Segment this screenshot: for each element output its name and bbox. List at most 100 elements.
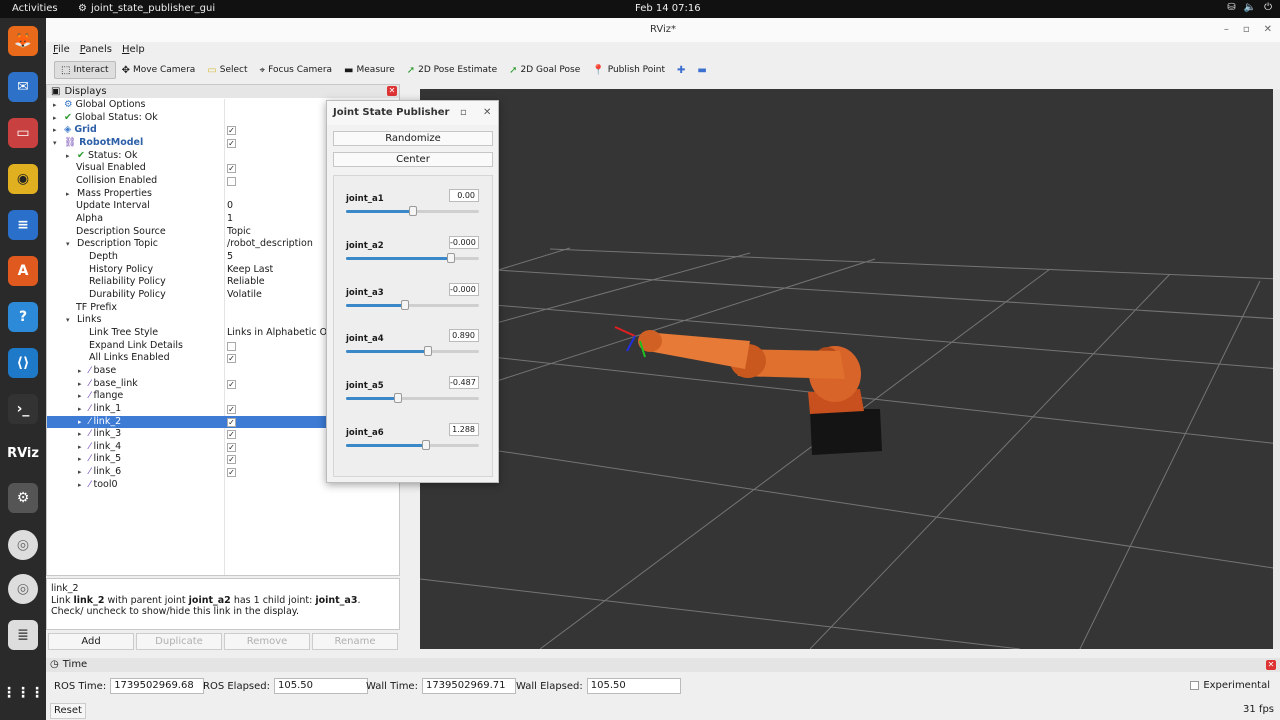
add-button[interactable]: Add (48, 633, 134, 650)
joint-slider[interactable] (346, 393, 479, 404)
link-checkbox[interactable]: ✓ (227, 455, 236, 465)
expand-arrow-icon[interactable]: ▸ (53, 124, 61, 137)
rename-button[interactable]: Rename (312, 633, 398, 650)
slider-handle[interactable] (424, 346, 433, 357)
close-icon[interactable]: ✕ (483, 101, 491, 125)
close-icon[interactable]: ✕ (1264, 18, 1272, 42)
slider-handle[interactable] (400, 299, 409, 310)
collapse-arrow-icon[interactable]: ▾ (53, 137, 61, 150)
row-value[interactable]: Links in Alphabetic Or (227, 327, 327, 340)
tool-select[interactable]: ▭ Select (201, 61, 253, 79)
expand-arrow-icon[interactable]: ▸ (66, 150, 74, 163)
joint-slider[interactable] (346, 440, 479, 450)
expand-arrow-icon[interactable]: ▸ (53, 99, 61, 112)
expand-arrow-icon[interactable]: ▸ (78, 428, 86, 441)
link-checkbox[interactable]: ✓ (227, 442, 236, 452)
expand-arrow-icon[interactable]: ▸ (78, 365, 86, 378)
slider-handle[interactable] (393, 393, 402, 404)
menu-panels[interactable]: Panels (80, 42, 112, 58)
robotmodel-checkbox[interactable]: ✓ (227, 138, 236, 148)
link-checkbox[interactable]: ✓ (227, 430, 236, 440)
activities-button[interactable]: Activities (12, 3, 58, 14)
tool-2d-pose-estimate[interactable]: ➚ 2D Pose Estimate (401, 61, 503, 79)
slider-handle[interactable] (421, 440, 430, 450)
maximize-icon[interactable]: ▫ (1243, 18, 1250, 42)
menu-help[interactable]: Help (122, 42, 145, 58)
row-value[interactable]: Keep Last (227, 264, 327, 277)
collision-enabled-checkbox[interactable] (227, 176, 236, 186)
joint-slider[interactable] (346, 206, 479, 216)
software-icon[interactable]: A (8, 256, 38, 286)
3d-viewport[interactable] (420, 89, 1279, 649)
expand-arrow-icon[interactable]: ▸ (78, 403, 86, 416)
tool-focus-camera[interactable]: ⌖ Focus Camera (254, 61, 339, 79)
joint-value-input[interactable]: -0.000 (449, 282, 479, 296)
slider-handle[interactable] (408, 206, 417, 216)
tree-row-link-selected[interactable]: ▸ ⁄ link_2 ✓ (47, 415, 328, 429)
show-apps-icon[interactable]: ⋮⋮⋮ (2, 678, 44, 708)
duplicate-button[interactable]: Duplicate (136, 633, 222, 650)
firefox-icon[interactable]: 🦊 (8, 26, 38, 56)
tool-interact[interactable]: ⬚ Interact (54, 61, 116, 79)
expand-arrow-icon[interactable]: ▸ (78, 390, 86, 403)
collapse-arrow-icon[interactable]: ▾ (66, 314, 74, 327)
grid-checkbox[interactable]: ✓ (227, 126, 236, 136)
rhythmbox-icon[interactable]: ◉ (8, 164, 38, 194)
row-value[interactable]: Volatile (227, 289, 327, 302)
jsp-title-bar[interactable]: Joint State Publisher – ▫ ✕ (327, 101, 498, 125)
menu-file[interactable]: File (53, 42, 70, 58)
expand-arrow-icon[interactable]: ▸ (78, 479, 86, 492)
link-checkbox[interactable]: ✓ (227, 404, 236, 414)
randomize-button[interactable]: Randomize (333, 131, 493, 146)
thunderbird-icon[interactable]: ✉ (8, 72, 38, 102)
row-value[interactable]: Topic (227, 226, 327, 239)
ros-time-value[interactable]: 1739502969.68 (110, 678, 205, 694)
remove-tool-button[interactable]: ▬ (691, 61, 712, 79)
collapse-arrow-icon[interactable]: ▾ (66, 238, 74, 251)
settings-icon[interactable]: ⚙ (8, 483, 38, 513)
expand-arrow-icon[interactable]: ▸ (78, 466, 86, 479)
row-value[interactable]: Reliable (227, 276, 327, 289)
expand-arrow-icon[interactable]: ▸ (78, 441, 86, 454)
expand-arrow-icon[interactable]: ▸ (66, 188, 74, 201)
files-icon[interactable]: ▭ (8, 118, 38, 148)
rviz-icon[interactable]: RViz (7, 438, 39, 468)
help-icon[interactable]: ? (8, 302, 38, 332)
tool-2d-goal-pose[interactable]: ➚ 2D Goal Pose (503, 61, 586, 79)
terminal-icon[interactable]: ›_ (8, 394, 38, 424)
expand-arrow-icon[interactable]: ▸ (78, 378, 86, 391)
row-value[interactable]: 0 (227, 200, 327, 213)
add-tool-button[interactable]: ✚ (671, 61, 691, 79)
tool-move-camera[interactable]: ✥ Move Camera (116, 61, 202, 79)
joint-value-input[interactable]: 0.00 (449, 189, 479, 202)
visual-enabled-checkbox[interactable]: ✓ (227, 164, 236, 174)
joint-value-input[interactable]: 0.890 (449, 329, 479, 343)
wall-elapsed-value[interactable]: 105.50 (586, 678, 681, 694)
slider-handle[interactable] (447, 252, 456, 263)
expand-arrow-icon[interactable]: ▸ (53, 112, 61, 125)
viewport-side-handle[interactable] (1273, 89, 1280, 649)
title-bar[interactable]: RViz* – ▫ ✕ (46, 18, 1280, 42)
writer-icon[interactable]: ≡ (8, 210, 38, 240)
expand-arrow-icon[interactable]: ▸ (78, 453, 86, 466)
text-editor-icon[interactable]: ≣ (8, 620, 38, 650)
wall-time-value[interactable]: 1739502969.71 (421, 678, 516, 694)
disc-icon[interactable]: ◎ (8, 530, 38, 560)
reset-button[interactable]: Reset (50, 703, 86, 719)
joint-value-input[interactable]: -0.000 (449, 235, 479, 249)
row-value[interactable]: 5 (227, 251, 327, 264)
close-panel-icon[interactable]: ✕ (387, 86, 397, 96)
joint-slider[interactable] (346, 299, 479, 310)
link-checkbox[interactable]: ✓ (227, 468, 236, 478)
close-time-panel-icon[interactable]: ✕ (1266, 660, 1276, 670)
center-button[interactable]: Center (333, 152, 493, 167)
minimize-icon[interactable]: – (437, 101, 442, 125)
row-value[interactable]: 1 (227, 213, 327, 226)
system-tray[interactable]: ⛁ 🔈 ⏻ (1227, 2, 1272, 13)
disc-icon-2[interactable]: ◎ (8, 574, 38, 604)
vscode-icon[interactable]: ⟨⟩ (8, 348, 38, 378)
ros-elapsed-value[interactable]: 105.50 (274, 678, 368, 694)
joint-value-input[interactable]: -0.487 (449, 376, 479, 390)
link-checkbox[interactable]: ✓ (227, 379, 236, 389)
experimental-toggle[interactable]: Experimental (1190, 680, 1270, 691)
